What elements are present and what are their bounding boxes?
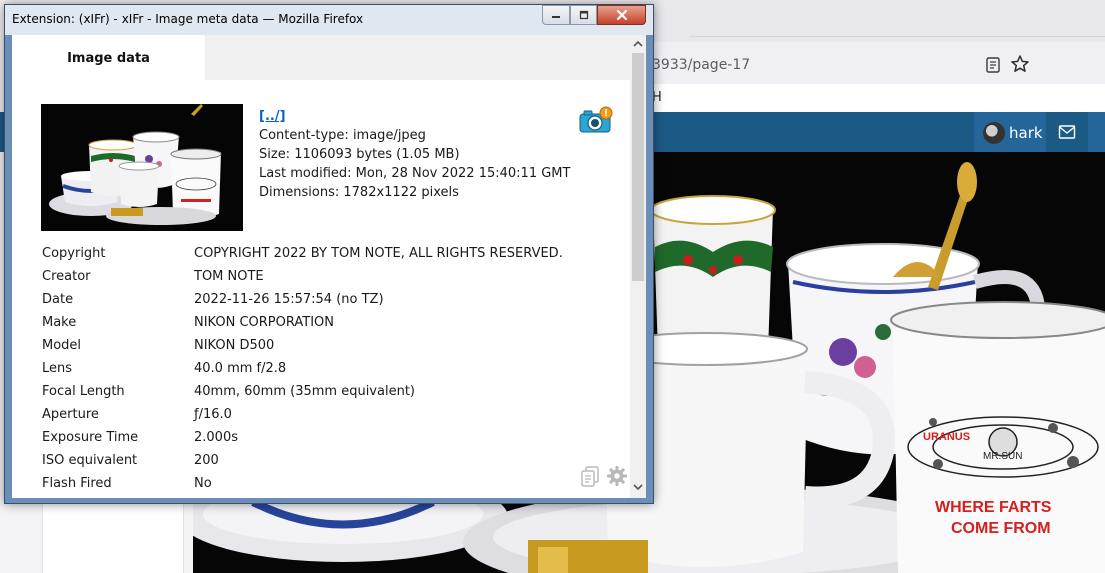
file-info-block: [../] Content-type: image/jpeg Size: 110… <box>259 107 570 202</box>
metadata-row: Flash Fired No <box>42 472 563 495</box>
gear-icon[interactable] <box>606 465 628 487</box>
file-size-text: Size: 1106093 bytes (1.05 MB) <box>259 147 460 162</box>
metadata-label: Lens <box>42 361 73 376</box>
metadata-value: COPYRIGHT 2022 BY TOM NOTE, ALL RIGHTS R… <box>194 246 563 261</box>
metadata-label: Focal Length <box>42 384 125 399</box>
copy-icon[interactable] <box>580 466 600 488</box>
metadata-row: Make NIKON CORPORATION <box>42 311 563 334</box>
image-thumbnail <box>41 104 243 231</box>
mug-slogan-line1: WHERE FARTS <box>935 499 1052 516</box>
metadata-label: Model <box>42 338 82 353</box>
dimensions-text: Dimensions: 1782x1122 pixels <box>259 185 459 200</box>
metadata-row: Date 2022-11-26 15:57:54 (no TZ) <box>42 288 563 311</box>
metadata-label: ISO equivalent <box>42 453 138 468</box>
vertical-scrollbar[interactable] <box>630 35 646 498</box>
metadata-row: Creator TOM NOTE <box>42 265 563 288</box>
camera-info-icon[interactable] <box>579 106 613 134</box>
metadata-label: Exposure Time <box>42 430 139 445</box>
maximize-button[interactable] <box>570 5 597 25</box>
navbar-end-button[interactable] <box>1088 112 1105 152</box>
tab-bar: Image data <box>12 35 636 80</box>
metadata-value: 2.000s <box>194 430 238 445</box>
metadata-row: ISO equivalent 200 <box>42 449 563 472</box>
last-modified-text: Last modified: Mon, 28 Nov 2022 15:40:11… <box>259 166 571 181</box>
metadata-value: No <box>194 476 212 491</box>
metadata-label: Creator <box>42 269 91 284</box>
metadata-value: TOM NOTE <box>194 269 264 284</box>
close-button[interactable] <box>597 5 646 25</box>
metadata-row: Model NIKON D500 <box>42 334 563 357</box>
metadata-value: 200 <box>194 453 219 468</box>
metadata-value: 40.0 mm f/2.8 <box>194 361 287 376</box>
metadata-label: Date <box>42 292 74 307</box>
parent-directory-link[interactable]: [../] <box>259 107 570 126</box>
avatar[interactable] <box>983 122 1005 144</box>
minimize-button[interactable] <box>542 5 570 25</box>
metadata-label: Make <box>42 315 77 330</box>
metadata-value: 2022-11-26 15:57:54 (no TZ) <box>194 292 384 307</box>
content-type-text: Content-type: image/jpeg <box>259 128 426 143</box>
window-titlebar[interactable]: Extension: (xIFr) - xIFr - Image meta da… <box>5 5 653 35</box>
metadata-label: Flash Fired <box>42 476 112 491</box>
minimize-icon <box>552 16 560 18</box>
metadata-label: Aperture <box>42 407 99 422</box>
scrollbar-thumb[interactable] <box>632 53 644 281</box>
metadata-row: Focal Length 40mm, 60mm (35mm equivalent) <box>42 380 563 403</box>
xifr-popup-window: Extension: (xIFr) - xIFr - Image meta da… <box>4 4 654 504</box>
bookmark-star-icon[interactable] <box>1010 54 1030 74</box>
scroll-up-arrow-icon[interactable] <box>633 40 643 48</box>
mug-mrsun-text: MR.SUN <box>983 451 1022 462</box>
reader-view-icon[interactable] <box>984 56 1002 74</box>
metadata-value: NIKON D500 <box>194 338 275 353</box>
mug-slogan-line2: COME FROM <box>951 520 1051 537</box>
tab-image-data[interactable]: Image data <box>12 35 205 80</box>
window-title: Extension: (xIFr) - xIFr - Image meta da… <box>12 12 364 26</box>
popup-content: Image data [../] Content-type: image/jpe… <box>12 35 646 498</box>
metadata-value: NIKON CORPORATION <box>194 315 334 330</box>
metadata-value: ƒ/16.0 <box>194 407 232 422</box>
metadata-row: Exposure Time 2.000s <box>42 426 563 449</box>
inbox-mail-icon[interactable] <box>1058 124 1076 140</box>
metadata-row: Aperture ƒ/16.0 <box>42 403 563 426</box>
tab-strip-edge <box>690 36 1105 42</box>
close-icon <box>616 9 627 21</box>
metadata-value: 40mm, 60mm (35mm equivalent) <box>194 384 415 399</box>
page-top-area <box>650 84 1105 112</box>
metadata-label: Copyright <box>42 246 106 261</box>
scroll-down-arrow-icon[interactable] <box>633 483 643 491</box>
username-link[interactable]: hark <box>1009 124 1043 142</box>
mug-uranus-text: URANUS <box>923 431 970 443</box>
metadata-row: Lens 40.0 mm f/2.8 <box>42 357 563 380</box>
tab-image-data-label: Image data <box>67 51 150 66</box>
metadata-table: Copyright COPYRIGHT 2022 BY TOM NOTE, ALL… <box>42 242 563 495</box>
maximize-icon <box>579 10 588 20</box>
metadata-row: Copyright COPYRIGHT 2022 BY TOM NOTE, ALL… <box>42 242 563 265</box>
url-text[interactable]: 3933/page-17 <box>652 57 750 73</box>
window-controls <box>542 5 648 25</box>
